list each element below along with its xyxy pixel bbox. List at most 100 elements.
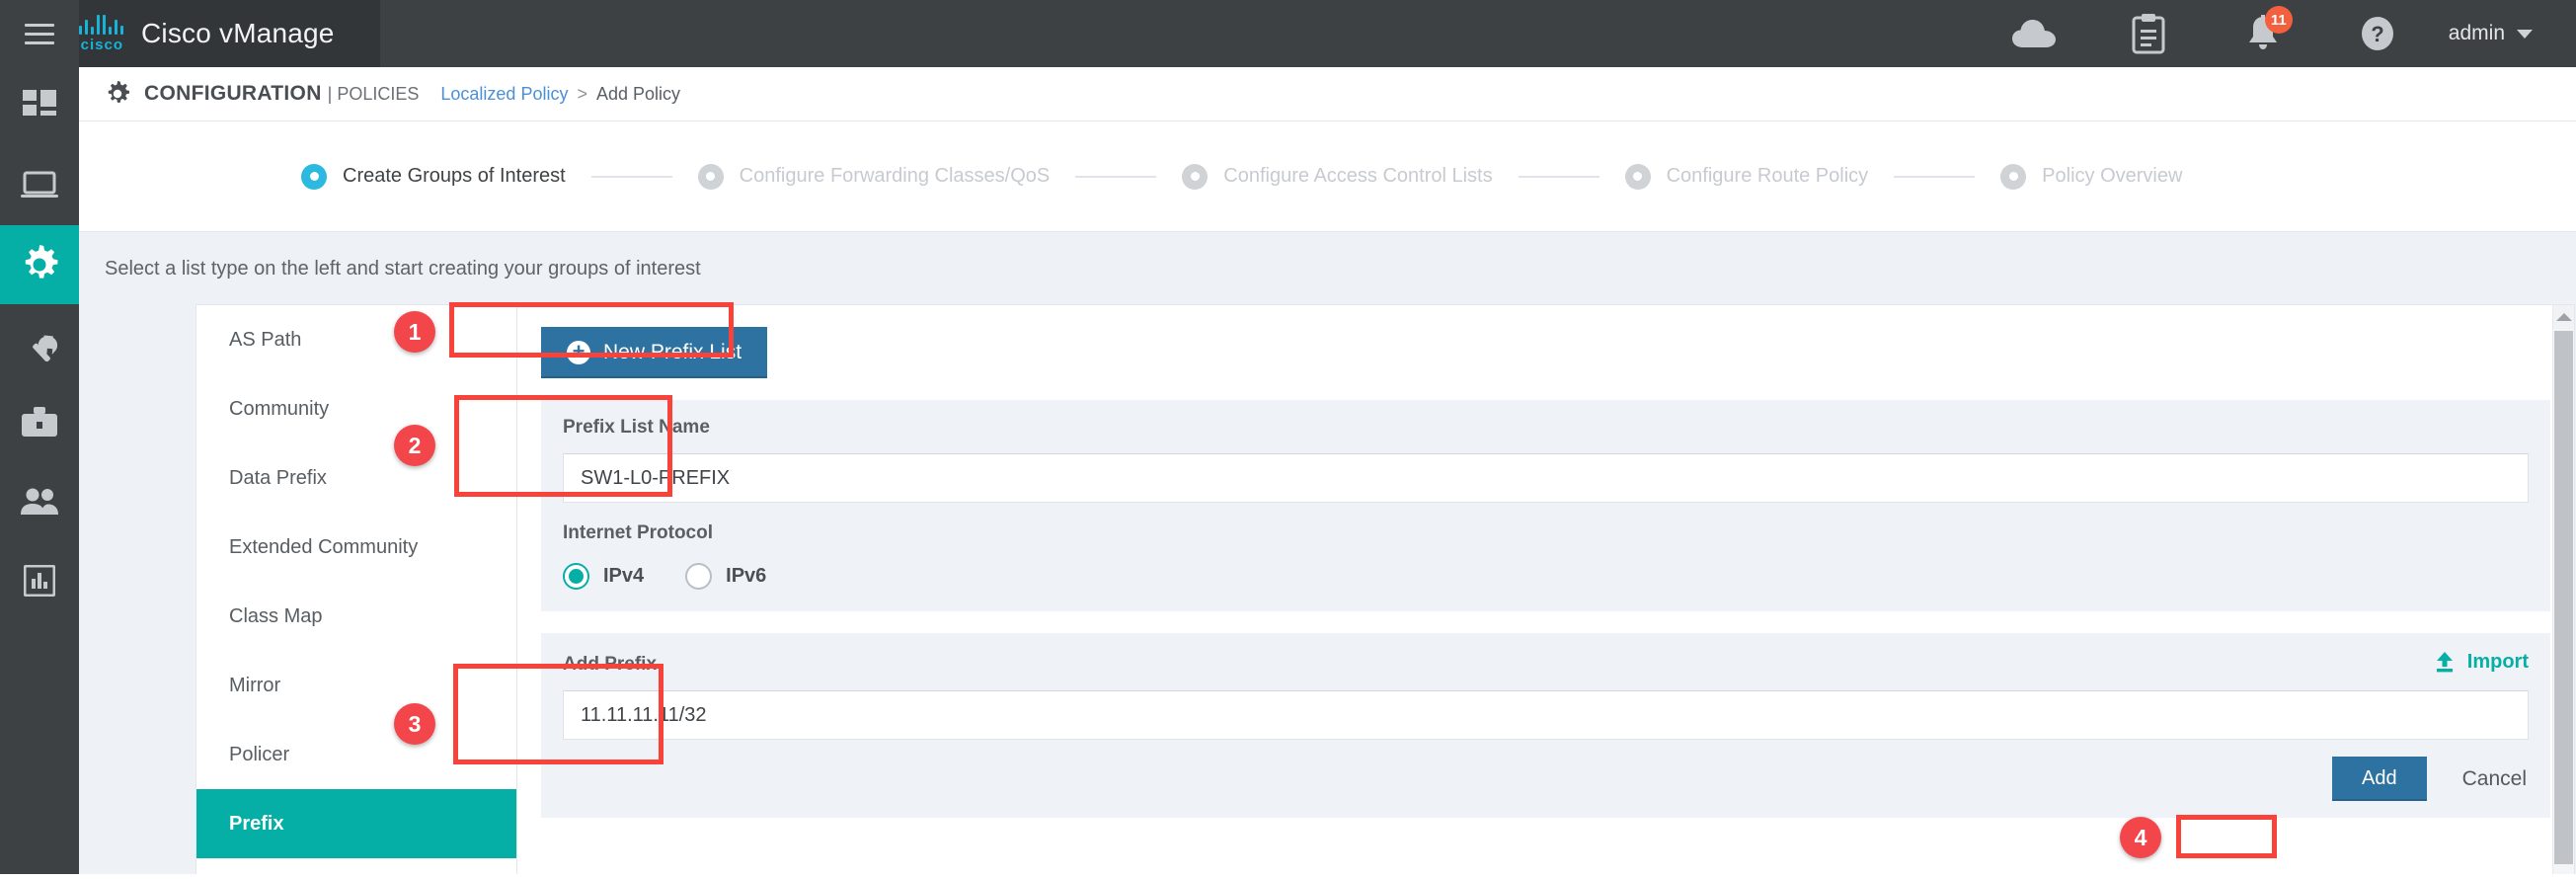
bottom-strip xyxy=(0,874,2576,880)
gear-icon xyxy=(25,245,58,279)
cisco-wordmark: cisco xyxy=(80,37,123,53)
scrollbar-thumb[interactable] xyxy=(2554,331,2573,864)
import-link[interactable]: Import xyxy=(2433,650,2529,676)
radio-ipv6-label: IPv6 xyxy=(726,565,767,587)
sidebar-item-maintenance[interactable] xyxy=(0,383,79,462)
groups-of-interest-panels: AS Path Community Data Prefix Extended C… xyxy=(195,304,2575,880)
step-dot-icon xyxy=(697,163,724,190)
cloud-icon[interactable] xyxy=(1977,0,2091,67)
radio-selected-icon xyxy=(563,563,589,590)
cloud-glyph xyxy=(2011,20,2056,47)
page-header: CONFIGURATION | POLICIES Localized Polic… xyxy=(79,67,2576,121)
step-configure-access-control-lists[interactable]: Configure Access Control Lists xyxy=(1182,163,1493,190)
sidebar-item-configuration[interactable] xyxy=(0,225,79,304)
step-label: Policy Overview xyxy=(2042,165,2183,187)
step-connector xyxy=(1075,175,1157,178)
step-label: Configure Access Control Lists xyxy=(1223,165,1493,187)
add-prefix-input[interactable] xyxy=(563,690,2529,740)
scrollbar-up-arrow[interactable] xyxy=(2553,305,2574,329)
list-item-prefix[interactable]: Prefix xyxy=(196,789,516,858)
new-prefix-list-button[interactable]: + New Prefix List xyxy=(541,327,768,378)
protocol-radio-row: IPv4 IPv6 xyxy=(563,563,2529,590)
breadcrumb: Localized Policy > Add Policy xyxy=(440,84,680,105)
cisco-logo-icon: cisco xyxy=(79,15,123,52)
list-type-column: AS Path Community Data Prefix Extended C… xyxy=(195,304,516,880)
dashboard-grid-icon xyxy=(23,90,56,116)
chevron-up-icon xyxy=(2555,313,2572,321)
top-navigation-bar: cisco Cisco vManage 11 ? admin xyxy=(0,0,2576,67)
breadcrumb-localized-policy[interactable]: Localized Policy xyxy=(440,84,568,105)
add-prefix-header: Add Prefix Import xyxy=(563,650,2529,676)
app-title: Cisco vManage xyxy=(141,18,335,48)
list-item-policer[interactable]: Policer xyxy=(196,720,516,789)
clipboard-icon[interactable] xyxy=(2091,0,2206,67)
page-title: CONFIGURATION xyxy=(144,82,322,105)
chevron-down-icon xyxy=(2517,29,2533,39)
list-item-as-path[interactable]: AS Path xyxy=(196,305,516,374)
step-label: Configure Forwarding Classes/QoS xyxy=(739,165,1051,187)
radio-ipv6[interactable]: IPv6 xyxy=(685,563,766,590)
brand-area: cisco Cisco vManage xyxy=(79,0,380,67)
briefcase-icon xyxy=(22,407,57,437)
prefix-form: + New Prefix List Prefix List Name Inter… xyxy=(517,305,2574,818)
plus-circle-icon: + xyxy=(567,341,590,364)
wizard-stepper: Create Groups of Interest Configure Forw… xyxy=(79,121,2576,232)
step-connector xyxy=(1894,175,1976,178)
radio-ipv4-label: IPv4 xyxy=(603,565,645,587)
sidebar-item-administration[interactable] xyxy=(0,462,79,541)
prefix-form-panel: + New Prefix List Prefix List Name Inter… xyxy=(516,304,2575,880)
step-label: Create Groups of Interest xyxy=(343,165,566,187)
step-configure-forwarding-classes-qos[interactable]: Configure Forwarding Classes/QoS xyxy=(697,163,1051,190)
upload-icon xyxy=(2436,652,2453,673)
add-prefix-label: Add Prefix xyxy=(563,654,658,675)
user-name: admin xyxy=(2448,22,2505,44)
users-icon xyxy=(21,488,58,515)
step-label: Configure Route Policy xyxy=(1666,165,1869,187)
sidebar-item-dashboard[interactable] xyxy=(0,67,79,146)
add-prefix-field: Add Prefix Import xyxy=(541,633,2550,740)
breadcrumb-separator: > xyxy=(577,83,587,104)
hamburger-icon[interactable] xyxy=(0,0,79,67)
radio-ipv4[interactable]: IPv4 xyxy=(563,563,644,590)
sidebar-item-monitor[interactable] xyxy=(0,146,79,225)
new-prefix-list-label: New Prefix List xyxy=(603,341,742,363)
bell-icon[interactable]: 11 xyxy=(2206,0,2320,67)
alarm-badge-count: 11 xyxy=(2264,6,2293,34)
clipboard-glyph xyxy=(2132,14,2165,54)
breadcrumb-current: Add Policy xyxy=(595,83,681,104)
internet-protocol-group: Internet Protocol IPv4 IPv6 xyxy=(541,503,2550,611)
step-policy-overview[interactable]: Policy Overview xyxy=(2000,163,2183,190)
help-icon[interactable]: ? xyxy=(2320,0,2435,67)
svg-text:?: ? xyxy=(2371,22,2383,46)
cancel-button[interactable]: Cancel xyxy=(2462,767,2527,791)
sidebar-item-reports[interactable] xyxy=(0,541,79,620)
step-connector xyxy=(1518,175,1600,178)
list-item-extended-community[interactable]: Extended Community xyxy=(196,513,516,582)
step-dot-icon xyxy=(2000,163,2027,190)
bar-chart-icon xyxy=(24,565,55,597)
list-item-class-map[interactable]: Class Map xyxy=(196,582,516,651)
list-item-community[interactable]: Community xyxy=(196,374,516,443)
import-label: Import xyxy=(2466,650,2529,673)
left-icon-rail xyxy=(0,67,79,880)
list-item-data-prefix[interactable]: Data Prefix xyxy=(196,443,516,513)
sidebar-item-tools[interactable] xyxy=(0,304,79,383)
vmanage-app: cisco Cisco vManage 11 ? admin CONFIGURA… xyxy=(0,0,2576,880)
help-glyph: ? xyxy=(2361,17,2393,50)
step-dot-icon xyxy=(301,163,327,190)
add-button[interactable]: Add xyxy=(2332,757,2427,801)
step-configure-route-policy[interactable]: Configure Route Policy xyxy=(1624,163,1869,190)
form-scrollbar[interactable] xyxy=(2552,305,2574,879)
page-subtitle: | POLICIES xyxy=(327,83,420,104)
prefix-list-name-input[interactable] xyxy=(563,453,2529,503)
instruction-text: Select a list type on the left and start… xyxy=(105,258,701,280)
step-create-groups-of-interest[interactable]: Create Groups of Interest xyxy=(301,163,566,190)
step-connector xyxy=(590,175,672,178)
step-dot-icon xyxy=(1624,163,1651,190)
list-item-mirror[interactable]: Mirror xyxy=(196,651,516,720)
configuration-gear-icon xyxy=(105,81,130,107)
form-action-row: Add Cancel xyxy=(541,740,2550,818)
wrench-icon xyxy=(33,335,57,361)
user-menu[interactable]: admin xyxy=(2435,22,2550,45)
topbar-icons: 11 ? admin xyxy=(1977,0,2576,67)
